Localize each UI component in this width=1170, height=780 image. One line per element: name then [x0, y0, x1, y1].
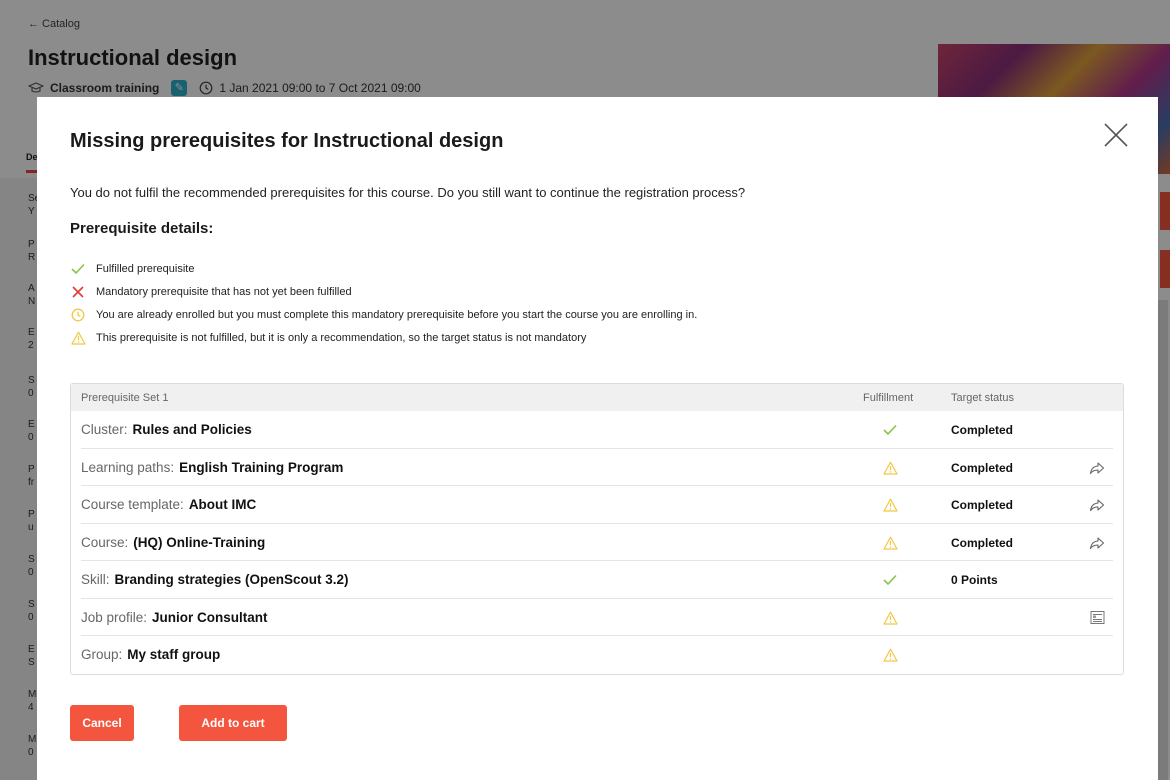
prerequisite-name: English Training Program — [179, 459, 344, 475]
prerequisite-name: Branding strategies (OpenScout 3.2) — [114, 572, 349, 587]
missing-prerequisites-dialog: Missing prerequisites for Instructional … — [37, 97, 1158, 780]
table-header: Prerequisite Set 1 Fulfillment Target st… — [71, 384, 1123, 411]
prerequisite-label: Learning paths: English Training Program — [81, 460, 343, 475]
prerequisite-set-label: Prerequisite Set 1 — [81, 392, 169, 404]
close-button[interactable] — [1100, 119, 1132, 151]
share-arrow-icon[interactable] — [1088, 534, 1106, 552]
column-target-status: Target status — [951, 392, 1014, 404]
prerequisite-table: Prerequisite Set 1 Fulfillment Target st… — [70, 383, 1124, 675]
target-status: Completed — [951, 498, 1014, 512]
prerequisite-label: Course template: About IMC — [81, 497, 256, 512]
target-status: 0 Points — [951, 573, 998, 587]
prerequisite-type: Course: — [81, 534, 129, 550]
prerequisite-name: My staff group — [127, 647, 221, 662]
legend-text: Fulfilled prerequisite — [96, 262, 195, 275]
legend: Fulfilled prerequisite Mandatory prerequ… — [70, 257, 697, 349]
prerequisite-name: Rules and Policies — [132, 422, 252, 437]
warning-icon — [881, 534, 899, 552]
legend-item: Fulfilled prerequisite — [70, 257, 697, 280]
prerequisite-name: Junior Consultant — [152, 609, 268, 625]
table-row: Learning paths: English Training Program C… — [81, 449, 1113, 486]
check-icon — [881, 571, 899, 589]
share-arrow-icon[interactable] — [1088, 459, 1106, 477]
table-row: Skill: Branding strategies (OpenScout 3.2… — [81, 561, 1113, 599]
prerequisite-name: (HQ) Online-Training — [133, 534, 266, 550]
cross-icon — [70, 284, 86, 300]
prerequisite-type: Job profile: — [81, 609, 148, 625]
table-row: Group: My staff group — [81, 636, 1113, 674]
prerequisite-name: About IMC — [188, 497, 257, 512]
clock-icon — [70, 307, 86, 323]
check-icon — [881, 421, 899, 439]
prerequisite-details-heading: Prerequisite details: — [70, 220, 214, 237]
prerequisite-type: Skill: — [81, 572, 110, 587]
prerequisite-type: Learning paths: — [81, 459, 175, 475]
legend-text: Mandatory prerequisite that has not yet … — [96, 285, 352, 298]
legend-item: Mandatory prerequisite that has not yet … — [70, 280, 697, 303]
dialog-intro-text: You do not fulfil the recommended prereq… — [70, 185, 746, 200]
table-row: Course template: About IMC Completed — [81, 486, 1113, 524]
table-body: Cluster: Rules and Policies Completed Learn… — [71, 411, 1123, 674]
prerequisite-label: Skill: Branding strategies (OpenScout 3.2… — [81, 572, 349, 587]
prerequisite-label: Cluster: Rules and Policies — [81, 422, 252, 437]
warning-icon — [881, 496, 899, 514]
prerequisite-type: Cluster: — [81, 422, 128, 437]
column-fulfillment: Fulfillment — [863, 392, 914, 404]
check-icon — [70, 261, 86, 277]
legend-text: You are already enrolled but you must co… — [96, 308, 698, 321]
warning-icon — [881, 459, 899, 477]
table-row: Job profile: Junior Consultant — [81, 599, 1113, 636]
target-status: Completed — [951, 535, 1014, 550]
prerequisite-type: Group: — [81, 647, 123, 662]
prerequisite-label: Course: (HQ) Online-Training — [81, 535, 265, 550]
prerequisite-label: Job profile: Junior Consultant — [81, 610, 268, 625]
legend-text: This prerequisite is not fulfilled, but … — [96, 331, 587, 344]
add-to-cart-button[interactable]: Add to cart — [179, 705, 287, 741]
legend-item: You are already enrolled but you must co… — [70, 303, 697, 326]
profile-card-icon[interactable] — [1088, 609, 1106, 627]
warning-icon — [881, 646, 899, 664]
target-status: Completed — [951, 460, 1014, 475]
legend-item: This prerequisite is not fulfilled, but … — [70, 326, 697, 349]
target-status: Completed — [951, 423, 1014, 437]
prerequisite-type: Course template: — [81, 497, 184, 512]
close-icon — [1104, 123, 1128, 147]
dialog-title: Missing prerequisites for Instructional … — [70, 130, 504, 152]
prerequisite-label: Group: My staff group — [81, 647, 220, 662]
warning-icon — [881, 609, 899, 627]
share-arrow-icon[interactable] — [1088, 496, 1106, 514]
cancel-button[interactable]: Cancel — [70, 705, 134, 741]
table-row: Course: (HQ) Online-Training Completed — [81, 524, 1113, 561]
warning-icon — [70, 330, 86, 346]
table-row: Cluster: Rules and Policies Completed — [81, 411, 1113, 449]
